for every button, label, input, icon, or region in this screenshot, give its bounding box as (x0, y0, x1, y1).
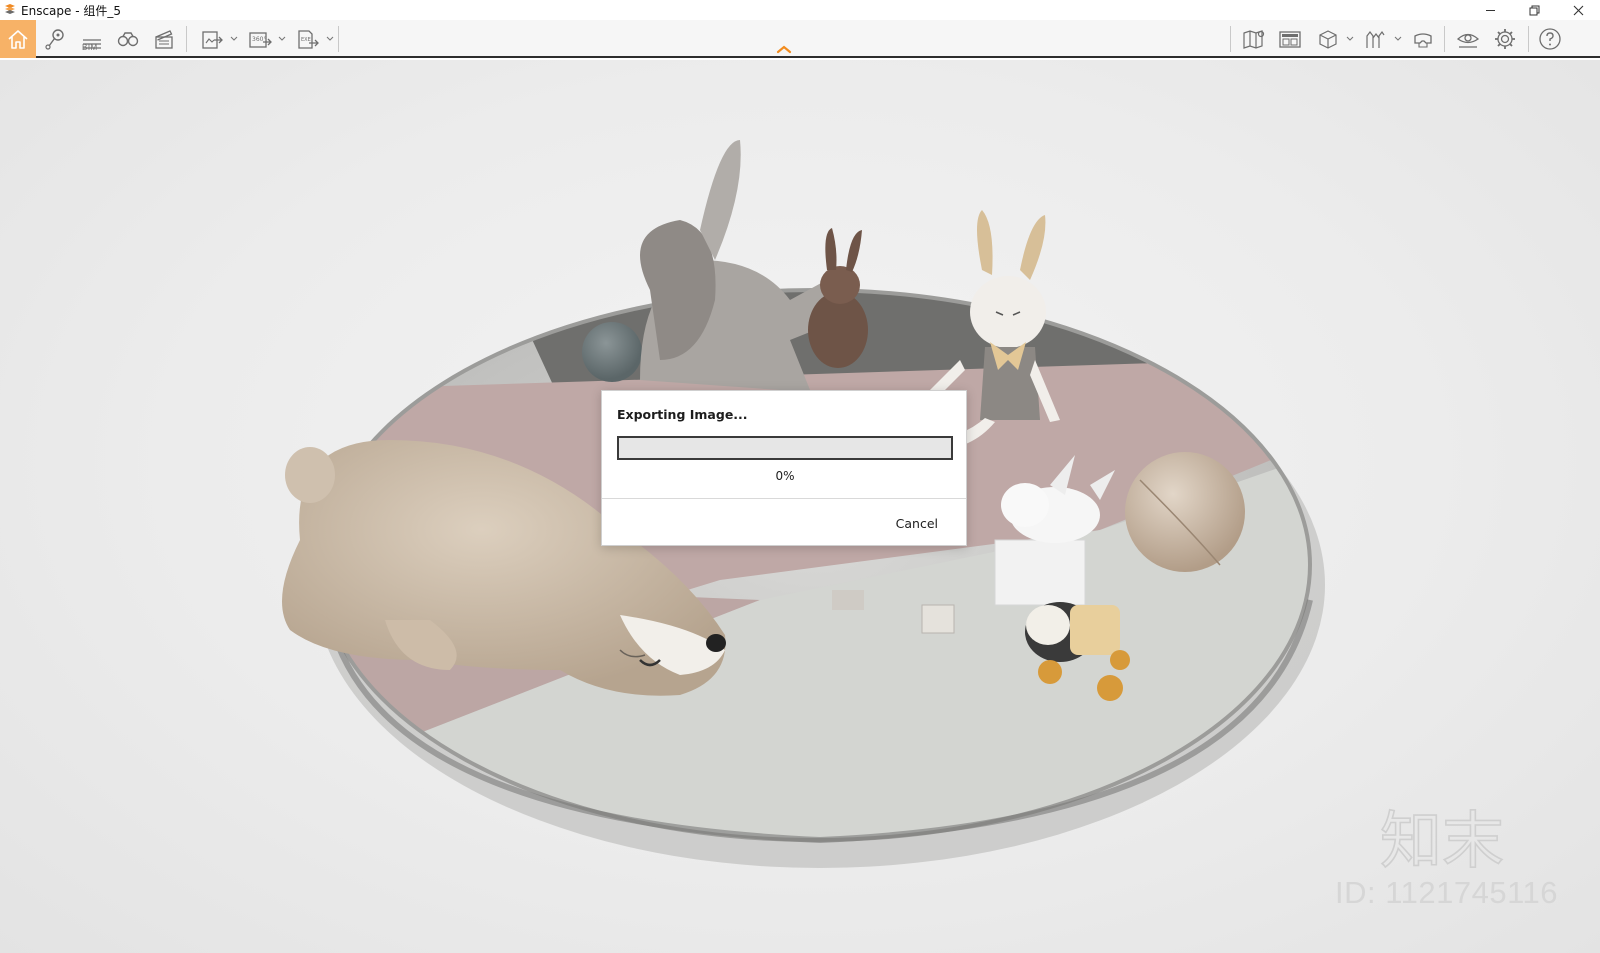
restore-button[interactable] (1512, 0, 1556, 20)
bim-button[interactable] (74, 20, 110, 58)
export-progress-bar (617, 436, 953, 460)
title-bar: Enscape - 组件_5 (0, 0, 1600, 20)
window-button[interactable] (1272, 20, 1308, 58)
video-editor-button[interactable] (146, 20, 182, 58)
watermark-logo: 知末 (1380, 803, 1505, 878)
visual-settings-button[interactable] (1450, 20, 1486, 58)
map-button[interactable] (1236, 20, 1272, 58)
toolbar-separator (1444, 26, 1445, 52)
home-button[interactable] (0, 20, 36, 58)
main-toolbar: BIM 360° EXE (0, 20, 1600, 58)
dialog-divider (602, 498, 966, 499)
home-icon (8, 30, 28, 49)
minimize-icon (1485, 9, 1495, 11)
export-progress-dialog: Exporting Image... 0% Cancel (601, 390, 967, 546)
help-icon (1539, 28, 1561, 50)
vegetation-icon (1366, 30, 1385, 48)
chevron-down-icon (1394, 36, 1402, 41)
minimize-button[interactable] (1468, 0, 1512, 20)
vr-headset-button[interactable] (1405, 20, 1441, 58)
asset-library-dropdown[interactable] (1345, 20, 1355, 58)
asset-library-button[interactable] (1310, 20, 1346, 58)
chevron-down-icon (278, 36, 286, 41)
dialog-title: Exporting Image... (617, 407, 748, 422)
enscape-logo-icon (5, 4, 15, 14)
chevron-down-icon (1346, 36, 1354, 41)
cancel-button[interactable]: Cancel (896, 516, 938, 531)
panorama-dropdown[interactable] (277, 20, 287, 58)
close-icon (1573, 5, 1583, 15)
map-icon (1243, 30, 1265, 49)
toolbar-separator (1528, 26, 1529, 52)
svg-text:EXE: EXE (301, 37, 311, 43)
chevron-down-icon (326, 36, 334, 41)
location-pin-icon (45, 29, 64, 50)
binoculars-icon (117, 32, 139, 47)
walk-mode-button[interactable] (110, 20, 146, 58)
help-button[interactable] (1532, 20, 1568, 58)
svg-text:知末: 知末 (1380, 804, 1504, 877)
panorama-360-export-icon: 360° (249, 32, 272, 48)
settings-icon (1495, 29, 1515, 49)
bim-label: BIM (82, 43, 98, 52)
export-exe-button[interactable]: EXE (290, 20, 326, 58)
vegetation-button[interactable] (1357, 20, 1393, 58)
progress-percent-text: 0% (775, 469, 795, 483)
render-image-dropdown[interactable] (229, 20, 239, 58)
close-button[interactable] (1556, 0, 1600, 20)
export-exe-dropdown[interactable] (325, 20, 335, 58)
toolbar-separator (1230, 26, 1231, 52)
screenshot-export-icon (202, 31, 223, 49)
cube-icon (1319, 30, 1337, 49)
watermark-id: ID: 1121745116 (1335, 875, 1559, 910)
render-image-button[interactable] (194, 20, 230, 58)
vr-headset-icon (1414, 33, 1432, 48)
chevron-down-icon (230, 36, 238, 41)
toolbar-separator (338, 26, 339, 52)
window-icon (1279, 31, 1301, 48)
panorama-button[interactable]: 360° (242, 20, 278, 58)
toolbar-separator (186, 26, 187, 52)
views-button[interactable] (38, 20, 74, 58)
video-editor-icon (155, 30, 173, 49)
collapse-toolbar-icon[interactable] (776, 44, 792, 54)
exe-export-icon: EXE (298, 30, 319, 49)
window-title: Enscape - 组件_5 (21, 3, 121, 18)
eye-icon (1456, 33, 1480, 48)
restore-icon (1529, 5, 1539, 15)
vegetation-dropdown[interactable] (1393, 20, 1403, 58)
settings-button[interactable] (1487, 20, 1523, 58)
